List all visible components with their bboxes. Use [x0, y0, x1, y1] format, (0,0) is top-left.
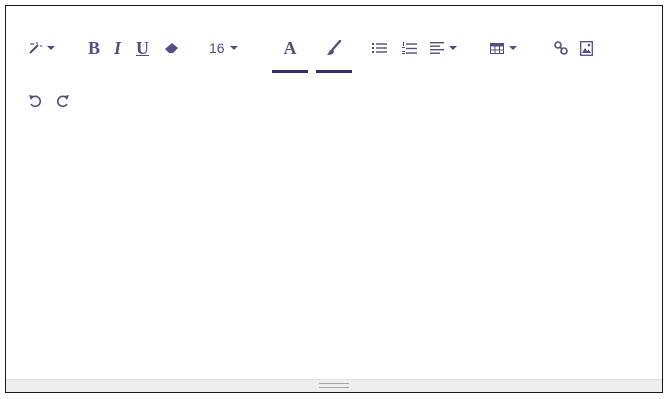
link-icon: [554, 41, 568, 55]
chevron-down-icon: [449, 46, 457, 50]
editor-toolbar: B I U 16 A: [6, 6, 662, 126]
undo-icon: [28, 94, 42, 108]
redo-button[interactable]: [56, 91, 70, 111]
highlight-color-indicator: [316, 70, 352, 73]
chevron-down-icon: [47, 46, 55, 50]
chevron-down-icon: [229, 46, 238, 50]
table-dropdown-button[interactable]: [490, 40, 517, 56]
clear-format-button[interactable]: [164, 38, 180, 58]
redo-icon: [56, 94, 70, 108]
eraser-icon: [164, 42, 180, 54]
numbered-list-button[interactable]: [402, 40, 417, 56]
insert-link-button[interactable]: [554, 39, 568, 57]
align-dropdown-button[interactable]: [430, 40, 457, 56]
italic-button[interactable]: I: [114, 37, 121, 59]
numbered-list-icon: [402, 41, 417, 55]
paint-brush-icon: [326, 40, 342, 56]
undo-button[interactable]: [28, 91, 42, 111]
table-icon: [490, 42, 504, 54]
image-icon: [580, 40, 593, 56]
font-size-dropdown[interactable]: 16: [209, 38, 238, 58]
chevron-down-icon: [509, 46, 517, 50]
underline-button[interactable]: U: [136, 37, 149, 59]
style-dropdown-button[interactable]: [28, 38, 55, 58]
highlight-color-button[interactable]: [316, 38, 352, 58]
align-left-icon: [430, 42, 444, 54]
text-color-button[interactable]: A: [272, 37, 308, 59]
rich-text-editor: B I U 16 A: [5, 5, 663, 393]
bold-button[interactable]: B: [88, 37, 100, 59]
bullet-list-icon: [372, 42, 387, 54]
bullet-list-button[interactable]: [372, 40, 387, 56]
text-color-indicator: [272, 70, 308, 73]
resize-grip-icon[interactable]: [319, 383, 349, 388]
resize-handle-bar[interactable]: [6, 379, 662, 392]
font-size-value: 16: [209, 40, 225, 56]
magic-wand-icon: [28, 41, 42, 55]
editor-content-area[interactable]: [6, 126, 662, 381]
insert-image-button[interactable]: [580, 38, 593, 58]
